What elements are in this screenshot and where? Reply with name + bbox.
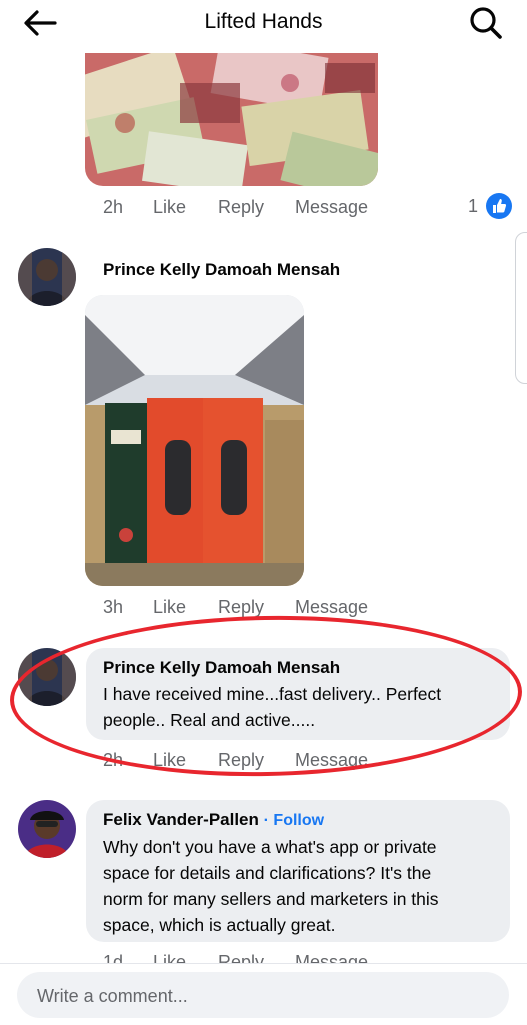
comment-photo-boxes[interactable]	[85, 295, 304, 586]
message-link[interactable]: Message	[295, 197, 368, 218]
like-link[interactable]: Like	[153, 197, 186, 218]
comment-photo-cash[interactable]	[85, 53, 378, 186]
comment-author-line: Felix Vander-Pallen · Follow	[103, 810, 324, 830]
like-thumb-icon	[486, 193, 512, 219]
top-bar: Lifted Hands	[0, 0, 527, 46]
reply-link[interactable]: Reply	[218, 197, 264, 218]
comment-time: 2h	[103, 197, 124, 217]
comment-author[interactable]: Prince Kelly Damoah Mensah	[103, 260, 340, 280]
comment-author[interactable]: Felix Vander-Pallen	[103, 810, 259, 829]
comment-input[interactable]	[35, 972, 499, 1020]
comment-bubble: Felix Vander-Pallen · Follow Why don't y…	[86, 800, 510, 942]
avatar[interactable]	[18, 800, 76, 858]
reaction-count: 1	[468, 196, 479, 216]
follow-link[interactable]: · Follow	[264, 812, 324, 829]
highlight-circle-annotation	[8, 611, 524, 781]
message-link[interactable]: Message	[295, 597, 368, 618]
comment-text-line: Why don't you have a what's app or priva…	[103, 837, 437, 857]
reply-link[interactable]: Reply	[218, 597, 264, 618]
side-handle[interactable]	[515, 232, 527, 384]
comment-composer[interactable]	[17, 972, 509, 1020]
avatar[interactable]	[18, 248, 76, 306]
page-title: Lifted Hands	[204, 10, 323, 33]
search-icon[interactable]	[468, 5, 504, 41]
comment-text-line: space, which is actually great.	[103, 915, 336, 935]
comment-text-line: space for details and clarifications? It…	[103, 863, 432, 883]
like-link[interactable]: Like	[153, 597, 186, 618]
comment-time: 3h	[103, 597, 124, 617]
comment-text-line: norm for many sellers and marketers in t…	[103, 889, 439, 909]
